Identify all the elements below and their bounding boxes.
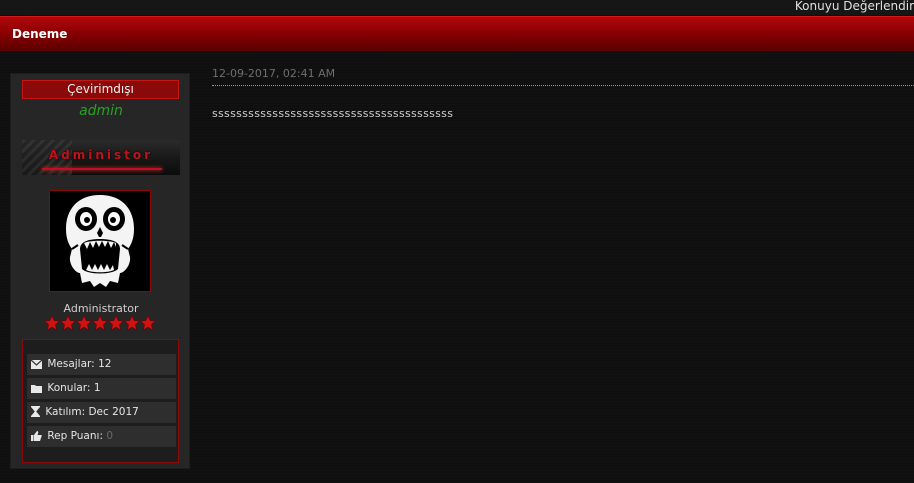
usergroup-banner: Administor [22, 140, 180, 175]
star-icon [44, 315, 61, 331]
stat-row-joined: Katılım: Dec 2017 [27, 402, 176, 423]
post-date: 12-09-2017, 02:41 AM [212, 67, 336, 80]
online-status-badge: Çevirimdışı [22, 80, 179, 99]
hourglass-icon [31, 406, 40, 417]
folder-icon [31, 385, 42, 393]
user-stats: Mesajlar: 12 Konular: 1 Katılım: Dec 201… [22, 339, 179, 463]
stat-label: Rep Puanı: [47, 430, 103, 442]
stat-row-posts: Mesajlar: 12 [27, 354, 176, 375]
author-panel: Çevirimdışı admin Administor Administrat… [10, 73, 190, 469]
user-stars [44, 315, 157, 331]
username-link[interactable]: admin [11, 103, 191, 119]
group-banner-text: Administor [48, 148, 154, 162]
thread-header: Deneme [0, 16, 914, 51]
stat-label: Katılım: [45, 406, 86, 418]
stat-value: Dec 2017 [88, 406, 139, 418]
star-icon [59, 315, 77, 331]
stat-label: Konular: [47, 382, 91, 394]
star-icon [91, 315, 109, 331]
star-icon [107, 315, 125, 331]
star-icon [75, 315, 93, 331]
envelope-icon [30, 359, 43, 369]
thread-title: Deneme [12, 27, 68, 41]
thumbs-up-icon [31, 431, 42, 441]
banner-glow [42, 168, 162, 170]
star-icon [123, 315, 141, 331]
stat-row-threads: Konular: 1 [27, 378, 176, 399]
reputation-value[interactable]: 0 [106, 430, 113, 442]
rate-thread-link[interactable]: Konuyu Değerlendir [795, 0, 914, 13]
stat-value: 1 [93, 382, 101, 394]
user-title: Administrator [63, 302, 139, 315]
stat-label: Mesajlar: [47, 358, 95, 370]
stat-row-reputation: Rep Puanı: 0 [27, 426, 176, 447]
top-bar: Konuyu Değerlendir [0, 0, 914, 15]
stat-value: 12 [98, 358, 112, 370]
avatar[interactable] [49, 190, 151, 292]
post-message: ssssssssssssssssssssssssssssssssssssssss [212, 107, 454, 120]
post-divider [212, 85, 914, 86]
skull-icon [50, 191, 150, 291]
star-icon [139, 315, 157, 331]
